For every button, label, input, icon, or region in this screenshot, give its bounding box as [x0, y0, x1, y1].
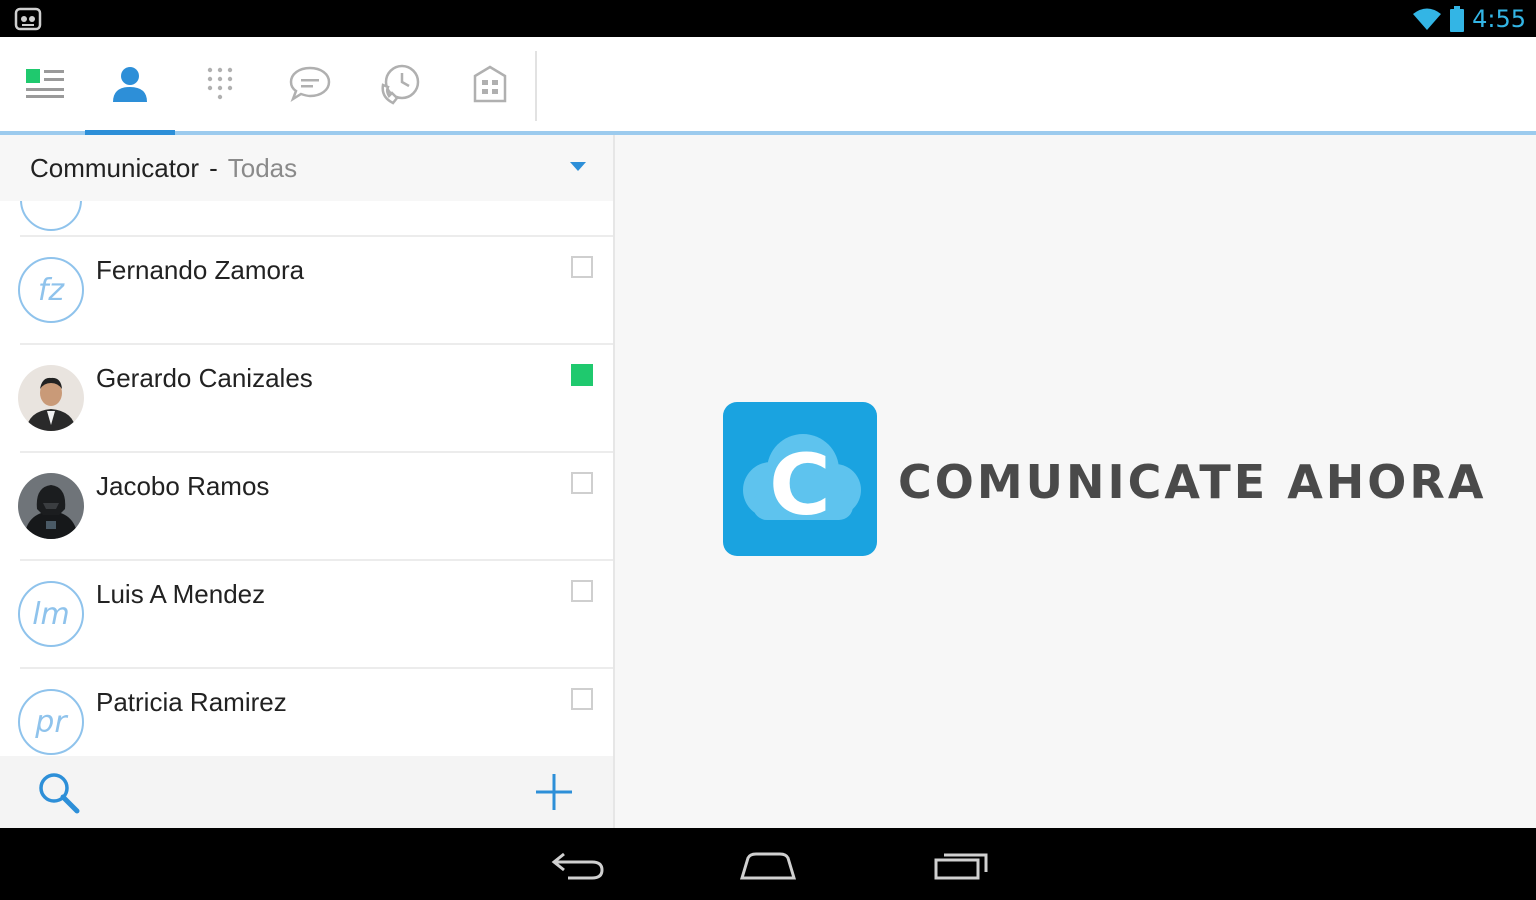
add-contact-icon[interactable]	[532, 770, 576, 814]
contact-list: fz Fernando Zamora Gerardo Canizales Jac…	[0, 201, 613, 756]
list-item[interactable]: fz Fernando Zamora	[0, 237, 613, 345]
app-notification-icon	[14, 7, 42, 31]
contact-name: Luis A Mendez	[96, 579, 266, 609]
contact-name: Fernando Zamora	[96, 255, 305, 285]
select-checkbox[interactable]	[571, 472, 593, 494]
list-filter-dropdown[interactable]: Communicator - Todas	[0, 135, 613, 201]
list-title-separator: -	[209, 152, 218, 183]
list-filter-value: Todas	[227, 152, 298, 183]
dialpad-icon	[207, 67, 233, 100]
partial-list-item	[20, 201, 613, 237]
brand-text: COMUNICATE AHORA	[898, 455, 1487, 509]
tab-dialpad[interactable]	[175, 37, 265, 131]
call-history-icon	[381, 64, 420, 105]
tab-dashboard[interactable]	[0, 37, 90, 131]
logo-letter: C	[769, 436, 831, 534]
select-checkbox[interactable]	[571, 580, 593, 602]
clock-time: 4:55	[1472, 5, 1526, 33]
list-action-bar	[0, 756, 613, 828]
list-title: Communicator	[30, 152, 200, 183]
avatar: fz	[18, 257, 84, 323]
list-item[interactable]: Gerardo Canizales	[0, 345, 613, 453]
system-nav-bar	[0, 828, 1536, 900]
toolbar-divider	[535, 51, 537, 121]
chat-icon	[289, 66, 331, 103]
select-checkbox[interactable]	[571, 256, 593, 278]
list-item[interactable]: Jacobo Ramos	[0, 453, 613, 561]
tab-directory[interactable]	[445, 37, 535, 131]
avatar	[18, 365, 84, 431]
contact-name: Patricia Ramirez	[96, 687, 287, 717]
battery-icon	[1450, 6, 1465, 32]
dropdown-arrow-icon	[570, 162, 586, 171]
contact-list-pane: Communicator - Todas fz Fernando Zamora	[0, 135, 615, 828]
back-icon[interactable]	[548, 846, 608, 882]
select-checkbox[interactable]	[571, 364, 593, 386]
wifi-icon	[1413, 8, 1442, 30]
search-icon[interactable]	[36, 770, 80, 814]
contacts-icon	[113, 67, 147, 102]
contact-name: Gerardo Canizales	[96, 363, 313, 393]
list-item[interactable]: pr Patricia Ramirez	[0, 669, 613, 756]
dashboard-icon	[26, 69, 64, 98]
avatar: pr	[18, 689, 84, 755]
recent-apps-icon[interactable]	[932, 846, 992, 882]
tab-call-history[interactable]	[355, 37, 445, 131]
main-toolbar	[0, 37, 1536, 135]
list-item[interactable]: lm Luis A Mendez	[0, 561, 613, 669]
home-icon[interactable]	[738, 846, 798, 882]
avatar	[20, 201, 82, 231]
status-bar: 4:55	[0, 0, 1536, 37]
contact-name: Jacobo Ramos	[96, 471, 270, 501]
tab-chat[interactable]	[265, 37, 355, 131]
tab-contacts[interactable]	[85, 37, 175, 135]
directory-icon	[473, 65, 507, 103]
select-checkbox[interactable]	[571, 688, 593, 710]
app-logo: C	[723, 402, 877, 556]
detail-pane: C COMUNICATE AHORA	[615, 135, 1536, 828]
avatar	[18, 473, 84, 539]
avatar: lm	[18, 581, 84, 647]
